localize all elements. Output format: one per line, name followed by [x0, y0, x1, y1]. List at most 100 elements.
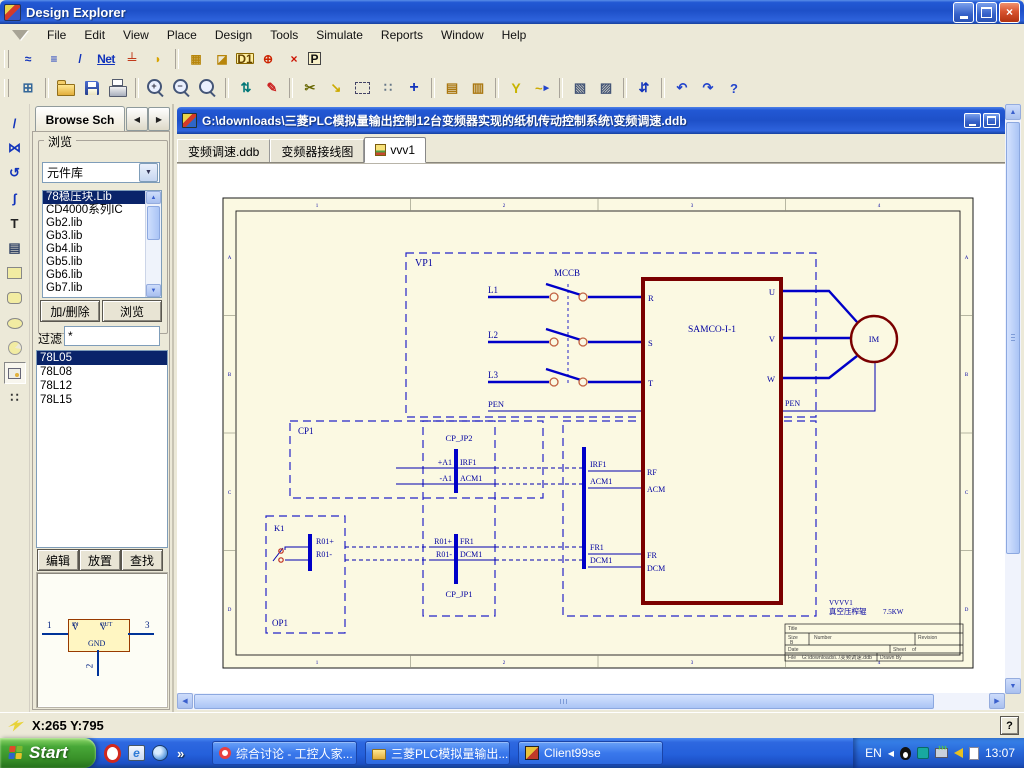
library-scope-dropdown[interactable]: 元件库 ▼ — [42, 162, 160, 183]
polyline-button[interactable]: ↘ — [324, 76, 348, 100]
arc-tool[interactable]: ↺ — [4, 162, 26, 184]
line-tool[interactable]: / — [4, 112, 26, 134]
ellipse-tool[interactable] — [4, 312, 26, 334]
menu-item[interactable]: Edit — [75, 26, 114, 44]
move-dots-button[interactable]: ∷ — [376, 76, 400, 100]
horizontal-scrollbar[interactable]: ◀ ▶ — [177, 693, 1005, 710]
sep[interactable] — [135, 78, 139, 98]
toolbar-handle[interactable] — [4, 79, 9, 97]
sheet-symbol-tool[interactable]: ▦ — [184, 47, 208, 71]
sep[interactable] — [225, 78, 229, 98]
undo-button[interactable]: ↶ — [670, 76, 694, 100]
open-button[interactable] — [54, 76, 78, 100]
pie-tool[interactable] — [4, 337, 26, 359]
library-item[interactable]: CD4000系列IC — [43, 204, 161, 217]
doc-restore-button[interactable] — [983, 113, 1000, 128]
add-remove-library-button[interactable]: 加/删除 — [40, 300, 100, 322]
library-item[interactable]: Gb2.lib — [43, 217, 161, 230]
sep[interactable] — [559, 78, 563, 98]
scroll-down-icon[interactable]: ▼ — [1005, 678, 1021, 694]
start-button[interactable]: Start — [0, 738, 96, 768]
wire-tool[interactable]: ≈ — [16, 47, 40, 71]
zoom-area-button[interactable] — [196, 76, 220, 100]
sep[interactable] — [45, 78, 49, 98]
ground-tool[interactable]: ╧ — [120, 47, 144, 71]
menu-item[interactable]: View — [114, 26, 158, 44]
library-item[interactable]: Gb7.lib — [43, 282, 161, 295]
edit-component-button[interactable]: 编辑 — [37, 549, 79, 571]
pld-button[interactable]: ▧ — [568, 76, 592, 100]
zoom-out-button[interactable] — [170, 76, 194, 100]
no-erc-tool[interactable]: × — [282, 47, 306, 71]
text-frame-tool[interactable]: ▤ — [4, 237, 26, 259]
find-component-button[interactable]: 查找 — [121, 549, 163, 571]
scroll-thumb[interactable] — [147, 206, 160, 240]
vertical-scroll-thumb[interactable] — [1006, 122, 1020, 554]
place-component-button[interactable]: 放置 — [79, 549, 121, 571]
close-button[interactable]: × — [999, 2, 1020, 23]
qq-tray-icon[interactable] — [900, 747, 911, 760]
fit-document-button[interactable]: ⇅ — [234, 76, 258, 100]
tab-browse-sch[interactable]: Browse Sch — [35, 106, 125, 132]
document-tab[interactable]: vvv1 — [364, 137, 426, 163]
sep[interactable] — [431, 78, 435, 98]
save-button[interactable] — [80, 76, 104, 100]
port-tool[interactable]: D1 — [236, 53, 254, 64]
part-tool[interactable]: ◗ — [146, 47, 170, 71]
scroll-right-icon[interactable]: ▶ — [989, 693, 1005, 709]
ie-icon[interactable] — [128, 745, 145, 761]
clock[interactable]: 13:07 — [985, 746, 1015, 760]
crosshair-button[interactable]: + — [402, 76, 426, 100]
messenger-tray-icon[interactable] — [917, 747, 929, 759]
scroll-down-icon[interactable]: ▼ — [146, 284, 161, 297]
rect-tool[interactable] — [4, 262, 26, 284]
library-item[interactable]: Gb4.lib — [43, 243, 161, 256]
component-item[interactable]: 78L08 — [37, 365, 167, 379]
filter-input[interactable]: * — [64, 326, 160, 346]
bus-entry-tool[interactable]: / — [68, 47, 92, 71]
polygon-tool[interactable]: ⋈ — [4, 137, 26, 159]
library-item[interactable]: 78稳压块.Lib — [43, 191, 161, 204]
round-rect-tool[interactable] — [4, 287, 26, 309]
menu-item[interactable]: File — [38, 26, 75, 44]
browse-library-button[interactable]: 浏览 — [102, 300, 162, 322]
minimize-button[interactable] — [953, 2, 974, 23]
print-button[interactable] — [106, 76, 130, 100]
context-help-button[interactable]: ? — [1000, 716, 1019, 735]
volume-tray-icon[interactable] — [954, 748, 963, 758]
sep[interactable] — [175, 49, 179, 69]
component-item[interactable]: 78L15 — [37, 393, 167, 407]
menu-item[interactable]: Place — [158, 26, 206, 44]
bezier-tool[interactable]: ʃ — [4, 187, 26, 209]
sep[interactable] — [623, 78, 627, 98]
panel-tab-next-button[interactable]: ▶ — [148, 107, 170, 131]
scroll-up-icon[interactable]: ▲ — [1005, 104, 1021, 120]
sep[interactable] — [495, 78, 499, 98]
library-list-scrollbar[interactable]: ▲ ▼ — [145, 191, 161, 297]
select-area-button[interactable] — [350, 76, 374, 100]
annotate-button[interactable]: ⇵ — [632, 76, 656, 100]
cutter-button[interactable]: ✂ — [298, 76, 322, 100]
component-item[interactable]: 78L05 — [37, 351, 167, 365]
schematic-editor-canvas[interactable]: 12 34 12 34 AB CD AB CD — [177, 163, 1005, 694]
document-menu-arrow-icon[interactable] — [12, 30, 28, 40]
document-tab[interactable]: 变频器接线图 — [270, 139, 364, 162]
junction-tool[interactable]: ⊕ — [256, 47, 280, 71]
explorer-toggle-button[interactable]: ⊞ — [16, 76, 40, 100]
taskbar-task[interactable]: 综合讨论 - 工控人家... — [212, 741, 357, 765]
scroll-up-icon[interactable]: ▲ — [146, 191, 161, 204]
globe-icon[interactable] — [152, 745, 168, 761]
pld2-button[interactable]: ▨ — [594, 76, 618, 100]
library-button[interactable]: ▤ — [440, 76, 464, 100]
sep[interactable] — [661, 78, 665, 98]
document-tab[interactable]: 变频调速.ddb — [177, 139, 270, 162]
text-tool[interactable]: T — [4, 212, 26, 234]
zoom-in-button[interactable] — [144, 76, 168, 100]
vertical-scrollbar[interactable]: ▲ ▼ — [1005, 104, 1021, 694]
component-item[interactable]: 78L12 — [37, 379, 167, 393]
menu-item[interactable]: Simulate — [307, 26, 372, 44]
panel-tab-prev-button[interactable]: ◀ — [126, 107, 148, 131]
menu-item[interactable]: Window — [432, 26, 493, 44]
library-list-button[interactable]: ▥ — [466, 76, 490, 100]
maximize-button[interactable] — [976, 2, 997, 23]
